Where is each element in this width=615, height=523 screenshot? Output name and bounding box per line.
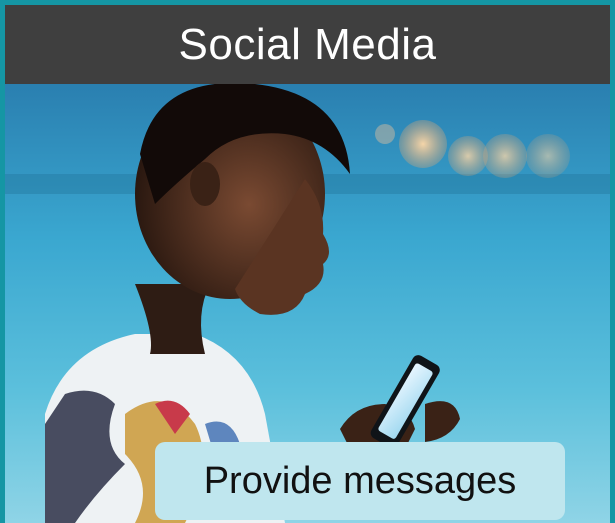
caption-box: Provide messages — [155, 442, 565, 520]
slide-frame: Social Media Provide messages — [0, 0, 615, 523]
page-title: Social Media — [178, 19, 437, 69]
caption-text: Provide messages — [203, 459, 517, 502]
title-bar: Social Media — [5, 5, 610, 84]
